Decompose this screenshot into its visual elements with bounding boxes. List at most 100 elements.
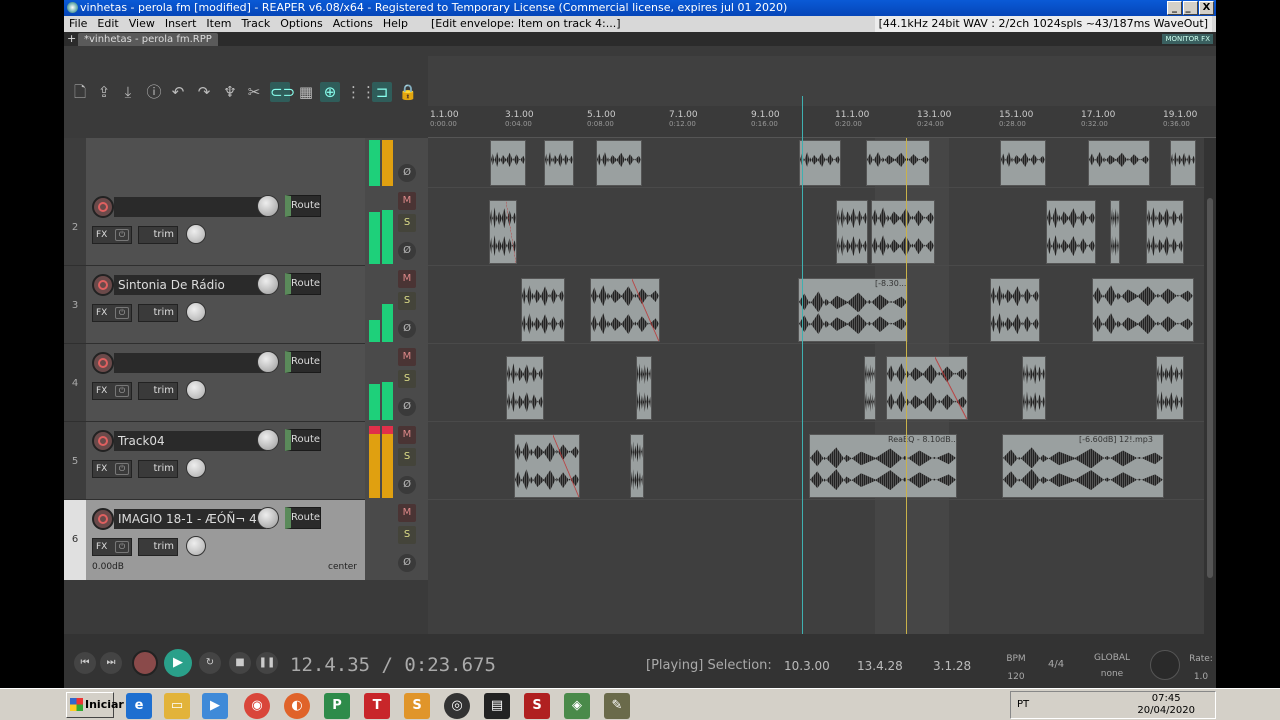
ie-icon[interactable]: e xyxy=(126,693,152,719)
trim-button[interactable]: trim xyxy=(138,538,178,556)
media-item[interactable] xyxy=(871,200,935,264)
menu-track[interactable]: Track xyxy=(236,16,275,32)
record-arm-button[interactable] xyxy=(92,196,114,218)
track-name-field[interactable]: Sintonia De Rádio xyxy=(114,275,266,295)
trim-button[interactable]: trim xyxy=(138,304,178,322)
record-button[interactable] xyxy=(132,650,158,676)
play-button[interactable]: ▶ xyxy=(164,649,192,677)
clock[interactable]: 07:45 20/04/2020 xyxy=(1137,693,1195,717)
firefox-icon[interactable]: ◐ xyxy=(284,693,310,719)
power-icon[interactable]: ⏻ xyxy=(115,229,129,241)
media-item[interactable] xyxy=(799,140,841,186)
route-button[interactable]: Route xyxy=(285,351,321,373)
undo-icon[interactable]: ↶ xyxy=(168,82,188,102)
solo-button[interactable]: S xyxy=(398,448,416,466)
arrange-view[interactable]: 1.1.00 0:00.00 3.1.00 0:04.00 5.1.00 0:08.0… xyxy=(428,56,1216,646)
link-icon[interactable]: ⊂⊃ xyxy=(270,82,295,102)
track-3[interactable]: 3 Sintonia De Rádio Route FX ⏻ trim xyxy=(64,266,365,344)
save-icon[interactable]: ⤓ xyxy=(118,82,138,102)
track-2[interactable]: 2 Route FX ⏻ trim xyxy=(64,188,365,266)
menu-insert[interactable]: Insert xyxy=(160,16,202,32)
menu-options[interactable]: Options xyxy=(275,16,327,32)
pan-knob[interactable] xyxy=(186,302,206,322)
phase-button[interactable]: Ø xyxy=(398,554,416,572)
mute-button[interactable]: M xyxy=(398,426,416,444)
s-app-icon[interactable]: S xyxy=(404,693,430,719)
media-item[interactable] xyxy=(886,356,968,420)
volume-knob[interactable] xyxy=(257,195,279,217)
phase-button[interactable]: Ø xyxy=(398,242,416,260)
track-name-field[interactable] xyxy=(114,197,266,217)
trim-button[interactable]: trim xyxy=(138,460,178,478)
info-icon[interactable]: ⓘ xyxy=(144,82,164,102)
publisher-icon[interactable]: P xyxy=(324,693,350,719)
media-item[interactable] xyxy=(521,278,565,342)
go-to-end-button[interactable]: ⏭ xyxy=(100,652,122,674)
reaper-taskbar-icon[interactable]: ◈ xyxy=(564,693,590,719)
monitor-fx-button[interactable]: MONITOR FX xyxy=(1162,34,1213,44)
trim-button[interactable]: trim xyxy=(138,226,178,244)
pause-button[interactable]: ❚❚ xyxy=(256,652,278,674)
pan-knob[interactable] xyxy=(186,224,206,244)
scroll-thumb[interactable] xyxy=(1207,198,1213,578)
new-project-icon[interactable]: 🗋 xyxy=(70,82,90,102)
audio-status[interactable]: [44.1kHz 24bit WAV : 2/2ch 1024spls ~43/… xyxy=(874,16,1212,32)
fx-button[interactable]: FX ⏻ xyxy=(92,382,132,400)
rate-box[interactable]: Rate: 1.0 xyxy=(1186,650,1216,686)
fx-button[interactable]: FX ⏻ xyxy=(92,226,132,244)
route-button[interactable]: Route xyxy=(285,429,321,451)
track-6[interactable]: 6 IMAGIO 18-1 - ÆÓÑ¬ 44 Route FX ⏻ trim 0… xyxy=(64,500,365,580)
explorer-icon[interactable]: ▭ xyxy=(164,693,190,719)
track-panel[interactable]: Route FX ⏻ trim xyxy=(86,188,365,265)
menu-file[interactable]: File xyxy=(64,16,92,32)
time-signature[interactable]: 4/4 xyxy=(1048,659,1064,670)
trim-icon[interactable]: ✂ xyxy=(244,82,264,102)
grid-icon[interactable]: ▦ xyxy=(296,82,316,102)
track-name-field[interactable]: Track04 xyxy=(114,431,266,451)
volume-knob[interactable] xyxy=(257,351,279,373)
trim-button[interactable]: trim xyxy=(138,382,178,400)
track-5[interactable]: 5 Track04 Route FX ⏻ trim xyxy=(64,422,365,500)
phase-button[interactable]: Ø xyxy=(398,476,416,494)
phase-button[interactable]: Ø xyxy=(398,398,416,416)
track-panel[interactable]: Route FX ⏻ trim xyxy=(86,344,365,421)
menu-view[interactable]: View xyxy=(124,16,160,32)
phase-button[interactable]: Ø xyxy=(398,320,416,338)
grid2-icon[interactable]: ⋮⋮ xyxy=(346,82,376,102)
media-item[interactable] xyxy=(506,356,544,420)
media-item[interactable] xyxy=(514,434,580,498)
repeat-button[interactable]: ↻ xyxy=(199,652,221,674)
chrome-icon[interactable]: ◉ xyxy=(244,693,270,719)
media-item[interactable] xyxy=(1170,140,1196,186)
media-item[interactable]: ReaEQ - 8.10dB... xyxy=(809,434,957,498)
route-button[interactable]: Route xyxy=(285,273,321,295)
media-item[interactable] xyxy=(490,140,526,186)
record-arm-button[interactable] xyxy=(92,508,114,530)
track-1[interactable] xyxy=(64,138,365,188)
media-item[interactable] xyxy=(1092,278,1194,342)
media-item[interactable]: [-8.30... xyxy=(798,278,908,342)
power-icon[interactable]: ⏻ xyxy=(115,463,129,475)
selection-end[interactable]: 13.4.28 xyxy=(857,659,903,673)
selection-length[interactable]: 3.1.28 xyxy=(933,659,971,673)
media-item[interactable] xyxy=(596,140,642,186)
track-panel[interactable]: Sintonia De Rádio Route FX ⏻ trim xyxy=(86,266,365,343)
snap-icon[interactable]: ⊐ xyxy=(372,82,392,102)
record-arm-button[interactable] xyxy=(92,274,114,296)
media-item[interactable] xyxy=(1110,200,1120,264)
global-automation[interactable]: GLOBAL none xyxy=(1088,650,1136,682)
power-icon[interactable]: ⏻ xyxy=(115,541,129,553)
mute-button[interactable]: M xyxy=(398,192,416,210)
media-item[interactable] xyxy=(1146,200,1184,264)
volume-knob[interactable] xyxy=(257,429,279,451)
fx-button[interactable]: FX ⏻ xyxy=(92,538,132,556)
media-item[interactable] xyxy=(590,278,660,342)
track-name-field[interactable]: IMAGIO 18-1 - ÆÓÑ¬ 44 xyxy=(114,509,266,529)
media-player-icon[interactable]: ▶ xyxy=(202,693,228,719)
project-tab[interactable]: *vinhetas - perola fm.RPP xyxy=(78,33,218,46)
menu-edit[interactable]: Edit xyxy=(92,16,123,32)
volume-knob[interactable] xyxy=(257,507,279,529)
record-arm-button[interactable] xyxy=(92,352,114,374)
media-item[interactable] xyxy=(866,140,930,186)
media-item[interactable] xyxy=(636,356,652,420)
